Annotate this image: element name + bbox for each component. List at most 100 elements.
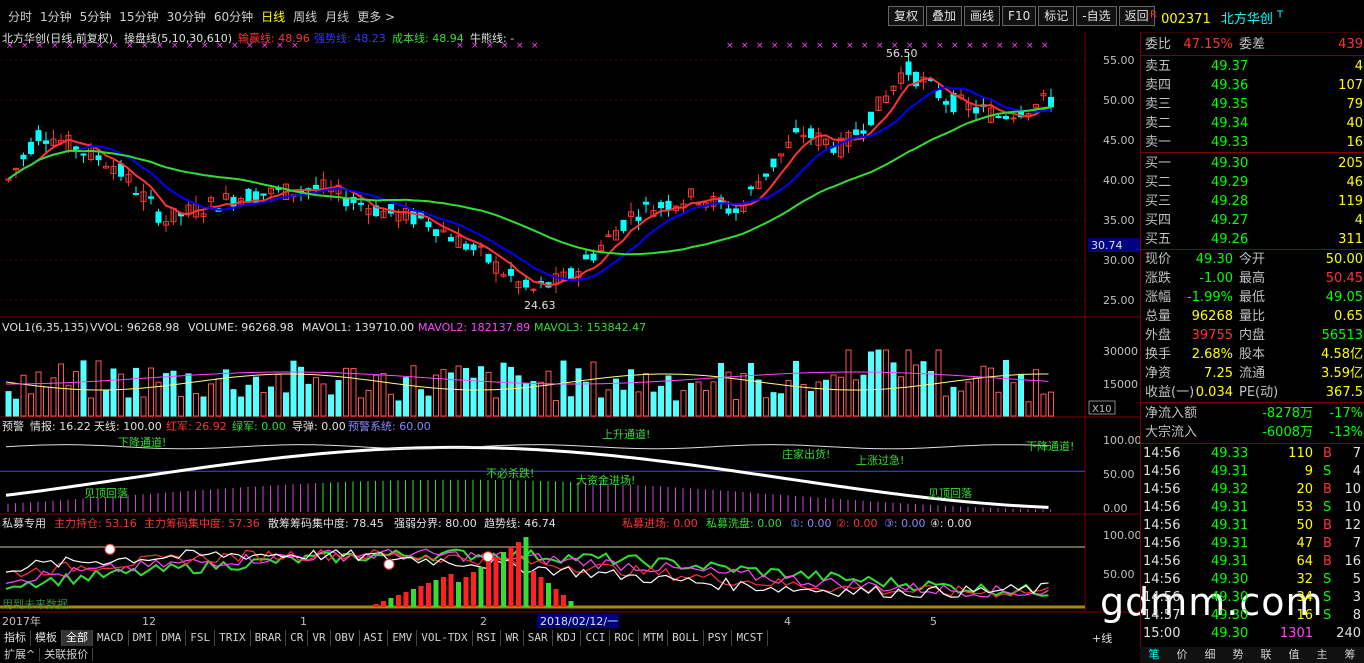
buy-price: 49.26 — [1211, 232, 1249, 247]
period-tab-0[interactable]: 分时 — [4, 8, 36, 26]
tick-qty: 50 — [1296, 518, 1313, 533]
indicator-tab-20[interactable]: ROC — [610, 630, 640, 646]
divider — [1141, 55, 1364, 56]
date-c: 1 — [300, 615, 307, 628]
right-tab-5[interactable]: 值 — [1280, 647, 1308, 663]
indicator-tab-2[interactable]: 全部 — [62, 630, 93, 646]
indicator-tab-8[interactable]: BRAR — [251, 630, 287, 646]
pm-header-g: 私募进场: 0.00 — [622, 516, 698, 530]
indicator-tab-1[interactable]: 模板 — [31, 630, 62, 646]
sell-price: 49.35 — [1211, 97, 1249, 112]
info-row-2-value2: 49.05 — [1325, 290, 1363, 305]
period-tab-5[interactable]: 60分钟 — [210, 8, 257, 26]
tick-time: 14:56 — [1143, 518, 1181, 533]
flow-row-0: 净流入额 -8278万 -17% — [1141, 404, 1364, 423]
date-d: 2 — [480, 615, 487, 628]
add-line-button[interactable]: +线 — [1092, 630, 1112, 646]
indicator-tab-17[interactable]: SAR — [524, 630, 553, 646]
svg-text:×: × — [981, 41, 989, 51]
tick-price: 49.33 — [1211, 446, 1249, 461]
indicator-tab-0[interactable]: 指标 — [0, 630, 31, 646]
info-row-6-value: 7.25 — [1204, 366, 1233, 381]
pm-header-h: 私募洗盘: 0.00 — [706, 516, 782, 530]
indicator-tab-6[interactable]: FSL — [186, 630, 216, 646]
tool-button-2[interactable]: 画线 — [964, 6, 1001, 26]
indicator-tab-21[interactable]: MTM — [639, 630, 669, 646]
warn-header-g: 预警系统: 60.00 — [348, 419, 431, 433]
tick-count: 4 — [1352, 464, 1361, 479]
tool-button-1[interactable]: 叠加 — [926, 6, 963, 26]
sell-row-3: 卖二 49.34 40 — [1141, 114, 1364, 133]
price-axis-label: 35.00 — [1103, 214, 1135, 227]
svg-text:×: × — [801, 41, 809, 51]
tool-button-3[interactable]: F10 — [1002, 6, 1037, 26]
info-row-3-label2: 量比 — [1239, 309, 1266, 324]
period-tabs: 分时 1分钟 5分钟 15分钟 30分钟 60分钟 日线 周线 月线 更多 > — [4, 8, 399, 26]
tick-price: 49.30 — [1211, 608, 1249, 623]
date-b: 12 — [142, 615, 156, 628]
tick-count: 7 — [1352, 446, 1361, 461]
indicator-tab-5[interactable]: DMA — [157, 630, 187, 646]
indicator-tab-22[interactable]: BOLL — [668, 630, 704, 646]
indicator-tab-24[interactable]: MCST — [732, 630, 768, 646]
indicator-tab-7[interactable]: TRIX — [215, 630, 251, 646]
tick-count: 10 — [1344, 482, 1361, 497]
tick-time: 14:56 — [1143, 572, 1181, 587]
indicator-tab-4[interactable]: DMI — [129, 630, 158, 646]
tool-button-0[interactable]: 复权 — [888, 6, 925, 26]
indicator-tab-14[interactable]: VOL-TDX — [417, 630, 473, 646]
right-tab-6[interactable]: 主 — [1308, 647, 1336, 663]
vol-header-b: VVOL: 96268.98 — [90, 321, 179, 334]
indicator-tab-13[interactable]: EMV — [388, 630, 418, 646]
tick-qty: 1301 — [1279, 626, 1313, 641]
period-tab-3[interactable]: 15分钟 — [115, 8, 162, 26]
tick-side: S — [1323, 500, 1332, 515]
status-tab-1[interactable]: 关联报价 — [40, 648, 94, 661]
period-tab-1[interactable]: 1分钟 — [36, 8, 76, 26]
period-tab-4[interactable]: 30分钟 — [163, 8, 210, 26]
buy-label: 买三 — [1145, 194, 1172, 209]
indicator-tab-19[interactable]: CCI — [581, 630, 611, 646]
tick-side: B — [1323, 482, 1332, 497]
indicator-tab-15[interactable]: RSI — [473, 630, 502, 646]
right-tab-1[interactable]: 价 — [1168, 647, 1196, 663]
right-tab-0[interactable]: 笔 — [1140, 647, 1168, 663]
period-tab-2[interactable]: 5分钟 — [76, 8, 116, 26]
indicator-tab-16[interactable]: WR — [501, 630, 524, 646]
period-tab-6[interactable]: 日线 — [257, 8, 289, 26]
tick-price: 49.31 — [1211, 554, 1249, 569]
svg-text:×: × — [741, 41, 749, 51]
indicator-tab-18[interactable]: KDJ — [553, 630, 582, 646]
tick-count: 10 — [1344, 500, 1361, 515]
period-tab-7[interactable]: 周线 — [289, 8, 321, 26]
right-tab-7[interactable]: 筹 — [1336, 647, 1364, 663]
indicator-tab-3[interactable]: MACD — [93, 630, 129, 646]
info-row-1: 涨跌 -1.00 最高 50.45 — [1141, 269, 1364, 288]
kline-chart-area[interactable]: × × × × × × × × × × × × × × × × × × × × × × × × × × × × × × × × × × × × × × × ×… — [0, 32, 1140, 628]
tick-time: 14:56 — [1143, 482, 1181, 497]
indicator-tab-23[interactable]: PSY — [704, 630, 733, 646]
divider — [1141, 402, 1364, 403]
right-tab-2[interactable]: 细 — [1196, 647, 1224, 663]
indicator-tab-11[interactable]: OBV — [331, 630, 360, 646]
tick-time: 14:56 — [1143, 536, 1181, 551]
indicator-tab-10[interactable]: VR — [308, 630, 331, 646]
tick-time: 14:57 — [1143, 608, 1181, 623]
warn-label-4: 上升通道! — [602, 427, 650, 441]
tool-button-4[interactable]: 标记 — [1038, 6, 1075, 26]
right-tab-4[interactable]: 联 — [1252, 647, 1280, 663]
right-tab-3[interactable]: 势 — [1224, 647, 1252, 663]
buy-price: 49.27 — [1211, 213, 1249, 228]
indicator-tab-12[interactable]: ASI — [360, 630, 389, 646]
info-row-5-value: 2.68% — [1191, 347, 1233, 362]
period-tab-8[interactable]: 月线 — [321, 8, 353, 26]
status-tab-0[interactable]: 扩展^ — [0, 648, 41, 661]
sell-price: 49.33 — [1211, 135, 1249, 150]
sell-volume: 107 — [1338, 78, 1363, 93]
indicator-tab-9[interactable]: CR — [286, 630, 309, 646]
date-a: 2017年 — [2, 614, 41, 628]
period-tab-9[interactable]: 更多 > — [353, 8, 399, 26]
buy-label: 买四 — [1145, 213, 1172, 228]
tool-button-5[interactable]: -自选 — [1076, 6, 1117, 26]
warn-label-1: 见顶回落 — [84, 487, 128, 500]
